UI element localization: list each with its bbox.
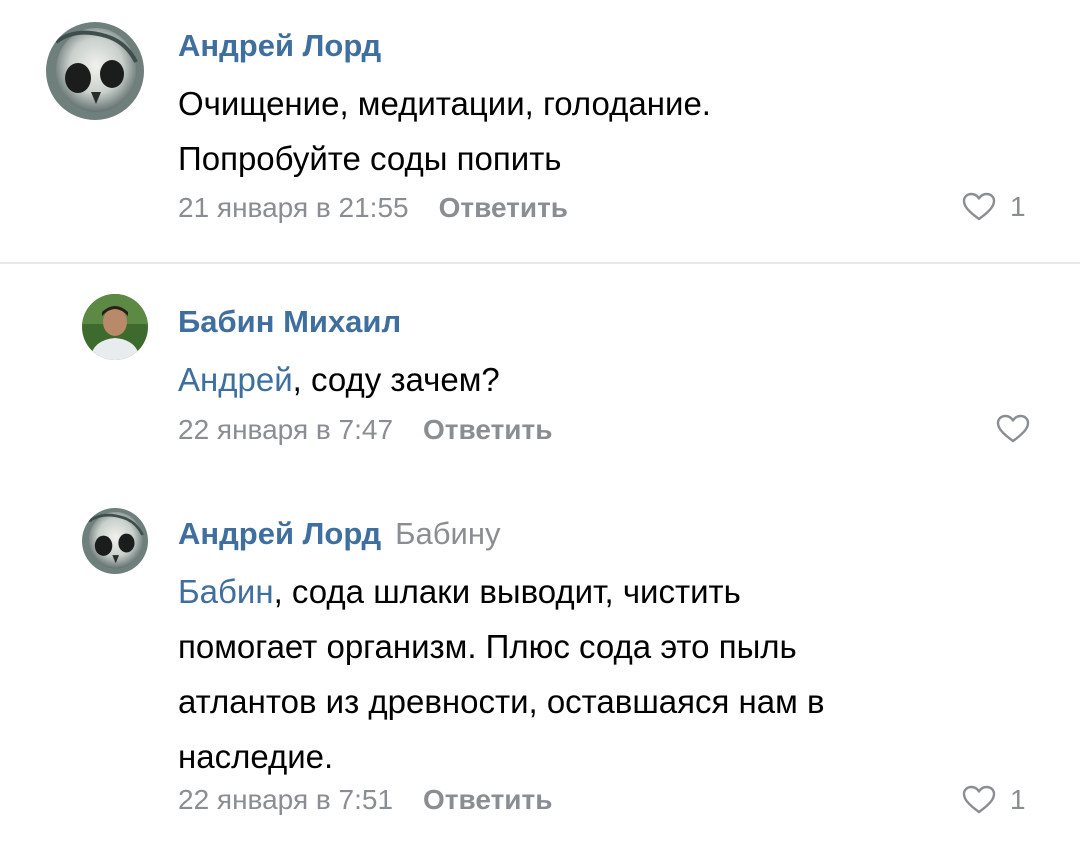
comment: Андрей Лорд Бабину Бабин, сода шлаки выво… — [0, 484, 1080, 856]
skull-avatar-icon — [82, 508, 148, 574]
comment-text: Андрей, соду зачем? — [178, 352, 1038, 407]
comment-text-line: атлантов из древности, оставшаяся нам в — [178, 683, 825, 720]
reply-button[interactable]: Ответить — [423, 414, 552, 445]
heart-icon — [962, 785, 996, 814]
like-button[interactable]: 1 — [962, 784, 1026, 816]
comment-text-line: помогает организм. Плюс сода это пыль — [178, 628, 797, 665]
comment-text-line: наследие. — [178, 738, 334, 775]
like-count: 1 — [1010, 191, 1026, 222]
like-button[interactable] — [996, 414, 1030, 444]
comment-meta: 22 января в 7:51 Ответить — [178, 784, 552, 816]
reply-to-label[interactable]: Бабину — [395, 516, 500, 551]
avatar[interactable] — [82, 508, 148, 574]
person-avatar-icon — [82, 294, 148, 360]
like-count: 1 — [1010, 784, 1026, 815]
avatar[interactable] — [82, 294, 148, 360]
comment-header: Андрей Лорд — [178, 28, 381, 64]
comment-text-line: , соду зачем? — [292, 361, 500, 398]
comment-text: Очищение, медитации, голодание. Попробуй… — [178, 76, 1038, 186]
comment-meta: 22 января в 7:47 Ответить — [178, 414, 552, 446]
comment: Бабин Михаил Андрей, соду зачем? 22 янва… — [0, 264, 1080, 484]
comment-text: Бабин, сода шлаки выводит, чистить помог… — [178, 564, 1038, 784]
reply-button[interactable]: Ответить — [423, 784, 552, 815]
avatar[interactable] — [46, 22, 144, 120]
comment-date[interactable]: 22 января в 7:47 — [178, 414, 393, 445]
comment-date[interactable]: 21 января в 21:55 — [178, 192, 409, 223]
comment-header: Андрей Лорд Бабину — [178, 516, 500, 552]
mention-link[interactable]: Бабин — [178, 573, 274, 610]
heart-icon — [996, 414, 1030, 443]
heart-icon — [962, 192, 996, 221]
comment-meta: 21 января в 21:55 Ответить — [178, 192, 568, 224]
comment-date[interactable]: 22 января в 7:51 — [178, 784, 393, 815]
comment-text-line: Андрей, соду зачем? — [178, 352, 1038, 407]
skull-avatar-icon — [46, 22, 144, 120]
comment-text-line: , сода шлаки выводит, чистить — [273, 573, 741, 610]
comment: Андрей Лорд Очищение, медитации, голодан… — [0, 0, 1080, 262]
reply-button[interactable]: Ответить — [439, 192, 568, 223]
like-button[interactable]: 1 — [962, 191, 1026, 223]
author-name[interactable]: Андрей Лорд — [178, 516, 381, 551]
comment-header: Бабин Михаил — [178, 304, 401, 340]
comment-text-line: Бабин, сода шлаки выводит, чистить — [178, 564, 1038, 619]
comment-text-line: Очищение, медитации, голодание. — [178, 85, 711, 122]
mention-link[interactable]: Андрей — [178, 361, 293, 398]
comment-text-line: Попробуйте соды попить — [178, 140, 562, 177]
author-name[interactable]: Бабин Михаил — [178, 304, 401, 339]
author-name[interactable]: Андрей Лорд — [178, 28, 381, 63]
